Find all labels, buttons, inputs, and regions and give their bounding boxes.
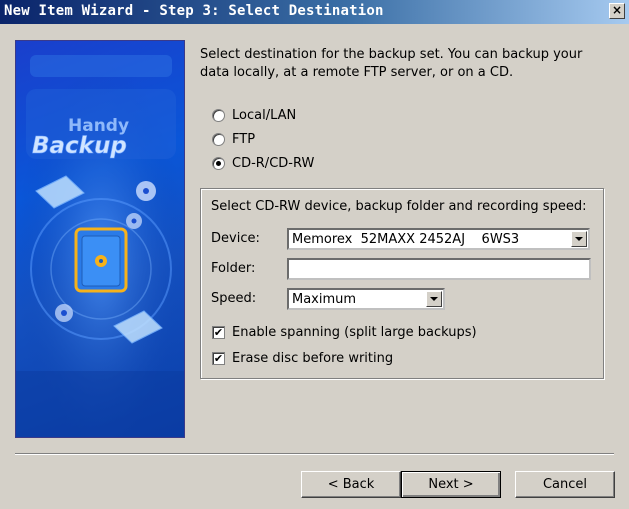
title-bar[interactable]: New Item Wizard - Step 3: Select Destina… <box>0 0 629 24</box>
logo-backup: Backup <box>32 133 127 159</box>
speed-label: Speed: <box>211 291 257 306</box>
radio-label: Local/LAN <box>232 107 297 123</box>
chevron-down-icon[interactable] <box>571 231 587 247</box>
checkbox-erase-disc[interactable]: ✔ Erase disc before writing <box>212 349 393 367</box>
side-banner-image: Handy Backup <box>15 40 185 438</box>
speed-value: Maximum <box>292 292 357 307</box>
next-button[interactable]: Next > <box>401 471 501 498</box>
radio-cd[interactable]: CD-R/CD-RW <box>212 154 314 172</box>
checkbox-label: Enable spanning (split large backups) <box>232 324 477 340</box>
banner-artwork: Handy Backup <box>16 41 184 437</box>
radio-button[interactable] <box>212 108 225 122</box>
radio-button[interactable] <box>212 156 225 170</box>
disc-icon <box>55 304 73 322</box>
radio-button[interactable] <box>212 132 225 146</box>
speed-dropdown[interactable]: Maximum <box>287 288 445 310</box>
chevron-down-icon[interactable] <box>426 291 442 307</box>
intro-text: Select destination for the backup set. Y… <box>200 47 583 80</box>
device-label: Device: <box>211 231 260 246</box>
folder-label: Folder: <box>211 261 256 276</box>
folder-input[interactable] <box>287 258 591 280</box>
close-icon: × <box>611 3 623 17</box>
cancel-button[interactable]: Cancel <box>515 471 615 498</box>
device-dropdown[interactable]: Memorex 52MAXX 2452AJ 6WS3 <box>287 228 590 250</box>
disc-icon <box>136 181 156 201</box>
wizard-window: New Item Wizard - Step 3: Select Destina… <box>0 0 629 509</box>
window-title: New Item Wizard - Step 3: Select Destina… <box>4 3 384 19</box>
divider <box>15 453 614 455</box>
radio-label: CD-R/CD-RW <box>232 155 315 171</box>
disc-icon <box>126 213 142 229</box>
back-button[interactable]: < Back <box>301 471 401 498</box>
device-value: Memorex 52MAXX 2452AJ 6WS3 <box>292 232 520 247</box>
checkbox[interactable]: ✔ <box>212 325 225 339</box>
radio-label: FTP <box>232 131 256 147</box>
radio-ftp[interactable]: FTP <box>212 130 255 148</box>
checkbox-spanning[interactable]: ✔ Enable spanning (split large backups) <box>212 323 477 341</box>
close-button[interactable]: × <box>609 3 625 19</box>
checkbox[interactable]: ✔ <box>212 351 225 365</box>
safe-icon <box>74 227 128 293</box>
checkbox-label: Erase disc before writing <box>232 350 394 366</box>
radio-local-lan[interactable]: Local/LAN <box>212 106 296 124</box>
group-caption: Select CD-RW device, backup folder and r… <box>211 199 587 214</box>
